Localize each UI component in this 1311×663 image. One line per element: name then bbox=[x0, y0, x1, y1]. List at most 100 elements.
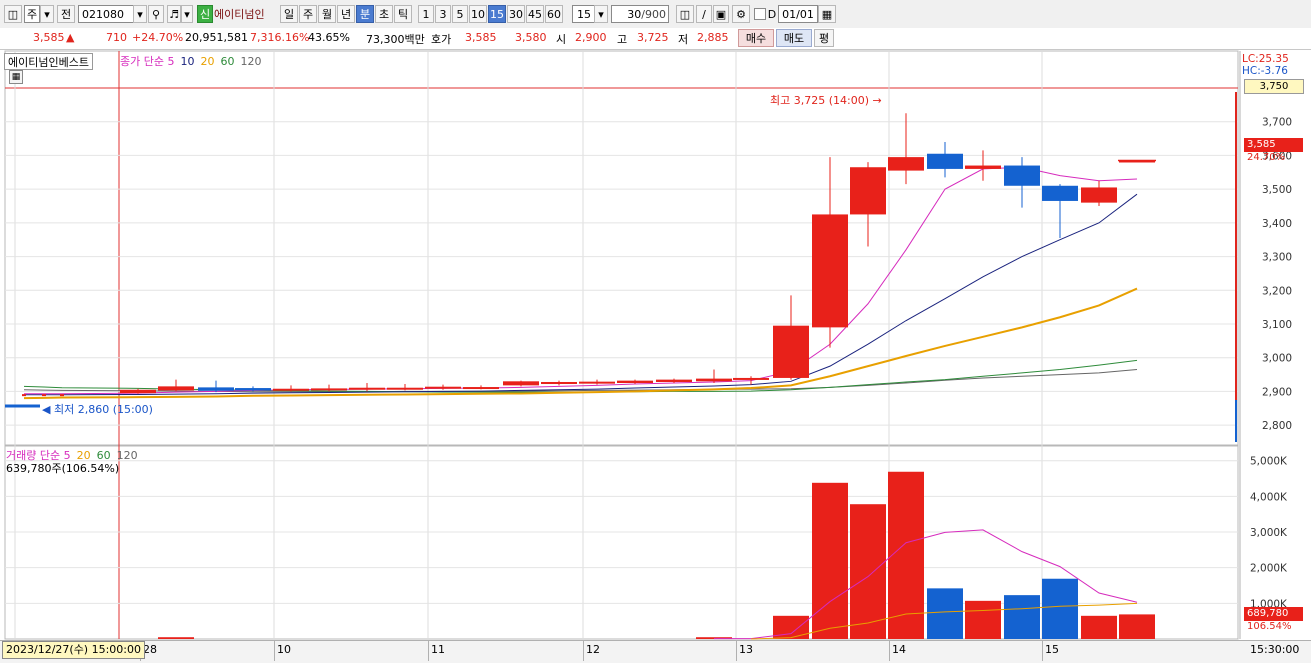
candle-body bbox=[42, 394, 46, 397]
interval-6[interactable]: 45 bbox=[526, 5, 544, 23]
x-tick-mark bbox=[1042, 641, 1043, 661]
x-tick-label: 15 bbox=[1045, 643, 1059, 656]
price-tick-label: 2,800 bbox=[1262, 420, 1292, 432]
new-listing-badge: 신 bbox=[197, 5, 213, 23]
draw-tool-icon[interactable]: ∕ bbox=[696, 5, 712, 23]
badge-label: 신 bbox=[199, 8, 211, 21]
interval-4[interactable]: 15 bbox=[488, 5, 506, 23]
candle-body bbox=[158, 386, 194, 391]
x-tick-mark bbox=[274, 641, 275, 661]
candle-body bbox=[198, 387, 234, 391]
candle-body bbox=[1004, 165, 1040, 186]
volume-tick-label: 3,000K bbox=[1250, 527, 1288, 539]
count-max: /900 bbox=[641, 7, 666, 21]
volume-tick-label: 5,000K bbox=[1250, 456, 1288, 468]
volume-bar bbox=[927, 588, 963, 639]
price-tick-label: 3,400 bbox=[1262, 218, 1292, 230]
price-tick-label: 3,000 bbox=[1262, 353, 1292, 365]
current-price: 3,585 bbox=[33, 31, 65, 44]
count-input[interactable]: 30/900 bbox=[611, 5, 669, 23]
cursor-date-label: 2023/12/27(수) 15:00:00 bbox=[2, 641, 146, 659]
high-label: 고 bbox=[617, 33, 628, 46]
code-dropdown-icon[interactable]: ▾ bbox=[133, 5, 147, 23]
sell-label: 매도 bbox=[783, 32, 805, 45]
interval-2[interactable]: 5 bbox=[452, 5, 468, 23]
buy-label: 매수 bbox=[745, 32, 767, 45]
price-change: 710 bbox=[106, 31, 127, 44]
period-2[interactable]: 월 bbox=[318, 5, 336, 23]
volume-bar bbox=[158, 637, 194, 639]
date-input[interactable]: 01/01 bbox=[778, 5, 818, 23]
period-4[interactable]: 분 bbox=[356, 5, 374, 23]
volume-pct: 7,316.16% bbox=[250, 31, 310, 44]
interval-select[interactable]: 15 bbox=[572, 5, 596, 23]
price-tick-label: 3,200 bbox=[1262, 285, 1292, 297]
code-input[interactable]: 021080 bbox=[78, 5, 134, 23]
low-price: 2,885 bbox=[697, 31, 729, 44]
volume-tick-label: 4,000K bbox=[1250, 491, 1288, 503]
calendar-icon[interactable]: ▦ bbox=[818, 5, 836, 23]
stock-title: 에이티넘인베스트 bbox=[8, 55, 89, 69]
volume-tick-label: 2,000K bbox=[1250, 563, 1288, 575]
candle-body bbox=[656, 379, 692, 382]
x-tick-label: 13 bbox=[739, 643, 753, 656]
eval-button[interactable]: 평 bbox=[814, 29, 834, 47]
quote-bar: 3,585 ▲ 710 +24.70% 20,951,581 7,316.16%… bbox=[0, 28, 1311, 50]
period-3[interactable]: 년 bbox=[337, 5, 355, 23]
period-5[interactable]: 초 bbox=[375, 5, 393, 23]
candle-body bbox=[311, 388, 347, 391]
candle-body bbox=[1081, 187, 1117, 203]
lc-label: LC:25.35 bbox=[1242, 53, 1289, 65]
interval-dropdown-icon[interactable]: ▾ bbox=[594, 5, 608, 23]
turnover: 43.65% bbox=[308, 31, 350, 44]
candle-body bbox=[503, 381, 539, 386]
high-annotation: 최고 3,725 (14:00) → bbox=[770, 94, 882, 107]
interval-3[interactable]: 10 bbox=[469, 5, 487, 23]
interval-5[interactable]: 30 bbox=[507, 5, 525, 23]
prev-button[interactable]: 전 bbox=[57, 5, 75, 23]
period-1[interactable]: 주 bbox=[299, 5, 317, 23]
volume-bar bbox=[1081, 615, 1117, 639]
market-label: 주 bbox=[26, 8, 38, 21]
sell-button[interactable]: 매도 bbox=[776, 29, 812, 47]
buy-button[interactable]: 매수 bbox=[738, 29, 774, 47]
stock-name: 에이티넘인 bbox=[214, 5, 276, 23]
price-tick-label: 2,900 bbox=[1262, 386, 1292, 398]
price-volume-chart[interactable]: 2,800 2,900 3,000 3,100 3,200 3,300 3,400 3,500… bbox=[0, 50, 1311, 662]
layout-icon[interactable]: ◫ bbox=[4, 5, 22, 23]
volume-bar bbox=[1004, 595, 1040, 639]
date-axis bbox=[0, 640, 1311, 663]
period-0[interactable]: 일 bbox=[280, 5, 298, 23]
hc-label: HC:-3.76 bbox=[1242, 65, 1288, 77]
x-tick-label: 14 bbox=[892, 643, 906, 656]
interval-1[interactable]: 3 bbox=[435, 5, 451, 23]
d-checkbox[interactable] bbox=[754, 8, 766, 20]
candle-type-icon[interactable]: ◫ bbox=[676, 5, 694, 23]
x-tick-mark bbox=[736, 641, 737, 661]
toolbar: ◫ 주 ▾ 전 021080 ▾ ⚲ ♬ ▾ 신 에이티넘인 일주월년분초틱 1… bbox=[0, 0, 1311, 29]
volume-tag: 689,780 bbox=[1244, 607, 1303, 621]
table-icon[interactable]: ▦ bbox=[9, 70, 23, 84]
code-value: 021080 bbox=[82, 7, 124, 21]
market-select[interactable]: 주 bbox=[24, 5, 40, 23]
x-tick-label: 10 bbox=[277, 643, 291, 656]
sound-dropdown-icon[interactable]: ▾ bbox=[181, 5, 193, 23]
period-6[interactable]: 틱 bbox=[394, 5, 412, 23]
count-value: 30 bbox=[627, 7, 642, 21]
high-note: 최고 3,725 (14:00) bbox=[770, 94, 870, 107]
candle-body bbox=[541, 381, 577, 385]
interval-7[interactable]: 60 bbox=[545, 5, 563, 23]
interval-0[interactable]: 1 bbox=[418, 5, 434, 23]
candle-body bbox=[927, 153, 963, 169]
up-arrow-icon: ▲ bbox=[66, 31, 75, 44]
candle-body bbox=[120, 389, 156, 394]
search-icon[interactable]: ⚲ bbox=[148, 5, 164, 23]
candle-body bbox=[965, 165, 1001, 169]
gear-icon[interactable]: ⚙ bbox=[732, 5, 750, 23]
ask-price: 3,585 bbox=[465, 31, 497, 44]
save-icon[interactable]: ▣ bbox=[713, 5, 729, 23]
sound-icon[interactable]: ♬ bbox=[167, 5, 181, 23]
volume-bar bbox=[850, 504, 886, 639]
x-tick-label: 11 bbox=[431, 643, 445, 656]
market-dropdown-icon[interactable]: ▾ bbox=[40, 5, 54, 23]
